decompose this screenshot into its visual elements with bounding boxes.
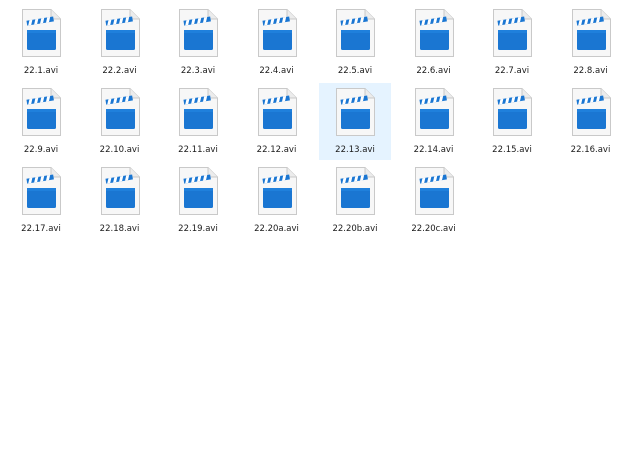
file-item[interactable]: 22.17.avi [5, 162, 77, 239]
file-item[interactable]: 22.12.avi [241, 83, 313, 160]
file-name-label: 22.16.avi [570, 145, 611, 155]
video-file-icon [179, 9, 218, 57]
file-item[interactable]: 22.7.avi [476, 4, 548, 81]
file-name-label: 22.14.avi [413, 145, 454, 155]
file-item[interactable]: 22.14.avi [398, 83, 470, 160]
file-item[interactable]: 22.15.avi [476, 83, 548, 160]
file-name-label: 22.8.avi [573, 66, 608, 76]
file-item[interactable]: 22.18.avi [84, 162, 156, 239]
file-item[interactable]: 22.20c.avi [398, 162, 470, 239]
video-file-icon [414, 167, 454, 215]
video-file-icon [414, 88, 454, 136]
file-item[interactable]: 22.8.avi [555, 4, 627, 81]
video-file-icon [22, 9, 61, 57]
file-name-label: 22.1.avi [23, 66, 59, 76]
file-item[interactable]: 22.16.avi [555, 83, 627, 160]
video-file-icon [414, 9, 454, 57]
file-item[interactable]: 22.4.avi [241, 4, 313, 81]
file-name-label: 22.20b.avi [332, 224, 378, 234]
file-item[interactable]: 22.20a.avi [241, 162, 313, 239]
file-item[interactable]: 22.6.avi [398, 4, 470, 81]
file-name-label: 22.11.avi [178, 145, 218, 155]
video-file-icon [100, 88, 140, 136]
file-item[interactable]: 22.1.avi [5, 4, 77, 81]
file-name-label: 22.20c.avi [411, 224, 456, 234]
file-name-label: 22.17.avi [21, 224, 61, 234]
file-item[interactable]: 22.2.avi [84, 4, 156, 81]
file-name-label: 22.10.avi [99, 145, 140, 155]
file-name-label: 22.2.avi [102, 66, 137, 76]
video-file-icon [336, 167, 375, 215]
file-item[interactable]: 22.3.avi [162, 4, 234, 81]
file-name-label: 22.12.avi [256, 145, 297, 155]
video-file-icon [100, 9, 140, 57]
file-name-label: 22.9.avi [23, 145, 59, 155]
file-name-label: 22.13.avi [335, 145, 375, 155]
video-file-icon [336, 9, 375, 57]
file-item[interactable]: 22.19.avi [162, 162, 234, 239]
file-name-label: 22.6.avi [416, 66, 451, 76]
video-file-icon [257, 167, 297, 215]
file-item[interactable]: 22.9.avi [5, 83, 77, 160]
file-item[interactable]: 22.20b.avi [319, 162, 391, 239]
video-file-icon [257, 88, 297, 136]
file-name-label: 22.7.avi [494, 66, 530, 76]
video-file-icon [571, 88, 611, 136]
file-name-label: 22.18.avi [99, 224, 140, 234]
file-name-label: 22.19.avi [178, 224, 218, 234]
file-item[interactable]: 22.10.avi [84, 83, 156, 160]
video-file-icon [100, 167, 140, 215]
video-file-icon [493, 88, 532, 136]
file-name-label: 22.5.avi [337, 66, 373, 76]
file-item[interactable]: 22.13.avi [319, 83, 391, 160]
video-file-icon [179, 167, 218, 215]
video-file-icon [257, 9, 297, 57]
video-file-icon [336, 88, 375, 136]
file-grid: 22.1.avi 22.2.avi 22.3.avi 22.4.avi 22.5… [5, 4, 637, 241]
file-name-label: 22.3.avi [180, 66, 216, 76]
video-file-icon [22, 167, 61, 215]
video-file-icon [179, 88, 218, 136]
video-file-icon [22, 88, 61, 136]
video-file-icon [571, 9, 611, 57]
file-name-label: 22.15.avi [492, 145, 532, 155]
file-name-label: 22.4.avi [259, 66, 294, 76]
file-item[interactable]: 22.11.avi [162, 83, 234, 160]
file-name-label: 22.20a.avi [254, 224, 299, 234]
video-file-icon [493, 9, 532, 57]
file-item[interactable]: 22.5.avi [319, 4, 391, 81]
